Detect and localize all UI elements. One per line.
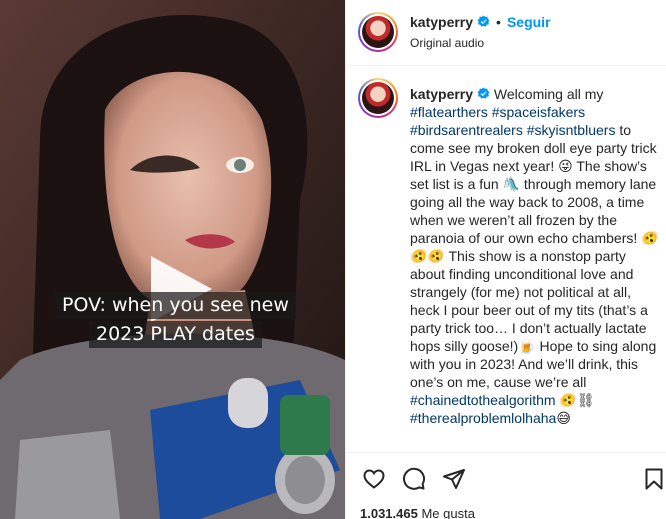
- avatar-image: [362, 16, 394, 48]
- caption-segment: 🫨⛓: [555, 392, 595, 408]
- likes-count[interactable]: 1.031.465 Me gusta: [360, 506, 475, 519]
- send-icon[interactable]: [442, 467, 466, 491]
- follow-button[interactable]: Seguir: [507, 14, 551, 30]
- header-name-row: katyperry • Seguir: [410, 14, 551, 32]
- caption-segment: to come see my broken doll eye party tri…: [410, 122, 659, 390]
- bookmark-icon[interactable]: [642, 467, 666, 491]
- hashtag-link[interactable]: #chainedtothealgorithm: [410, 392, 556, 408]
- hashtag-link[interactable]: #skyisntbluers: [527, 122, 616, 138]
- overlay-line-2: 2023 PLAY dates: [89, 321, 262, 348]
- post-header: katyperry • Seguir Original audio: [346, 0, 666, 66]
- likes-number: 1.031.465: [360, 506, 418, 519]
- username-link[interactable]: katyperry: [410, 14, 473, 30]
- heart-icon[interactable]: [362, 467, 386, 491]
- video-player[interactable]: POV: when you see new 2023 PLAY dates: [0, 0, 345, 519]
- overlay-line-1: POV: when you see new: [55, 292, 296, 319]
- audio-link[interactable]: Original audio: [410, 36, 484, 50]
- post-modal: POV: when you see new 2023 PLAY dates ka…: [0, 0, 666, 519]
- avatar-image: [362, 82, 394, 114]
- hashtag-link[interactable]: #spaceisfakers: [492, 104, 585, 120]
- verified-badge-icon: [477, 87, 490, 99]
- post-side-panel: katyperry • Seguir Original audio katyperr…: [345, 0, 666, 519]
- verified-badge-icon: [477, 15, 490, 27]
- hashtag-link[interactable]: #flatearthers: [410, 104, 488, 120]
- avatar[interactable]: [358, 78, 398, 118]
- hashtag-link[interactable]: #therealproblemlolhaha: [410, 410, 556, 426]
- hashtag-link[interactable]: #birdsarentrealers: [410, 122, 523, 138]
- action-bar: [346, 452, 666, 502]
- avatar[interactable]: [358, 12, 398, 52]
- caption-segment: 😅: [556, 410, 571, 426]
- caption-segment: Welcoming all my: [490, 86, 604, 102]
- separator-dot: •: [496, 14, 501, 30]
- username-link[interactable]: katyperry: [410, 86, 473, 102]
- likes-label: Me gusta: [417, 506, 475, 519]
- comment-icon[interactable]: [402, 467, 426, 491]
- caption-comment: katyperry Welcoming all my #flatearthers…: [346, 66, 666, 452]
- caption-text: katyperry Welcoming all my #flatearthers…: [410, 85, 662, 427]
